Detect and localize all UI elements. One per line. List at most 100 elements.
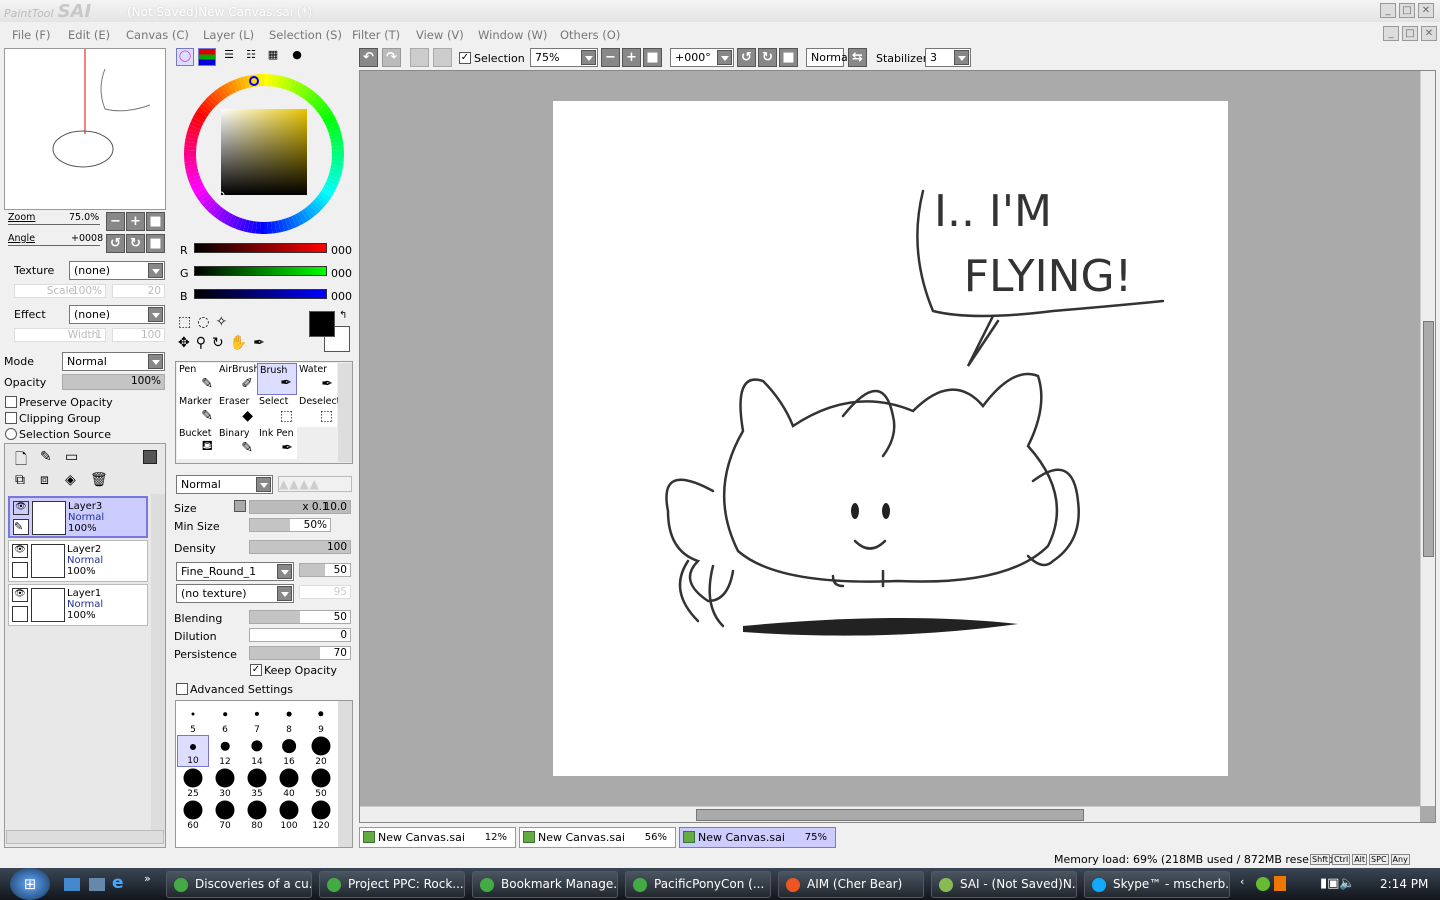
selection-checkbox[interactable]: ✓ xyxy=(459,52,471,64)
taskbar-button[interactable]: PacificPonyCon (... xyxy=(625,871,771,898)
merge-down-icon[interactable]: ⧈ xyxy=(40,472,49,488)
tray-expand-icon[interactable]: ‹ xyxy=(1240,875,1244,888)
brush-size-scrollbar[interactable] xyxy=(338,701,352,847)
brush-texture-select[interactable]: (no texture) xyxy=(176,584,294,603)
menu-item[interactable]: Window (W) xyxy=(478,28,547,42)
rotate-left-button[interactable]: ↺ xyxy=(106,234,125,253)
density-slider[interactable]: 100 xyxy=(249,540,351,554)
toolbar-zoom-in-button[interactable]: + xyxy=(622,48,641,67)
opacity-slider[interactable]: 100% xyxy=(62,374,165,390)
canvas-hscrollbar[interactable] xyxy=(360,806,1420,822)
tray-power-network-volume-icons[interactable]: ▮▣🔈 xyxy=(1320,876,1356,891)
deselect-button[interactable] xyxy=(410,48,429,67)
invert-selection-button[interactable] xyxy=(433,48,452,67)
navigator-preview[interactable] xyxy=(4,48,166,210)
internet-explorer-icon[interactable]: e xyxy=(112,873,124,893)
new-linework-layer-icon[interactable]: ✎ xyxy=(40,449,52,465)
tool-bucket[interactable]: Bucket ⛾ xyxy=(177,427,217,459)
zoom-in-button[interactable]: + xyxy=(126,212,145,231)
view-mode-select[interactable]: Normal xyxy=(806,48,851,67)
brush-texture-strength[interactable]: 95 xyxy=(299,585,351,599)
visibility-eye-icon[interactable]: 👁 xyxy=(12,544,28,558)
blending-slider[interactable]: 50 xyxy=(249,610,351,624)
hue-ring-segment[interactable] xyxy=(264,74,269,87)
toolbar-rotate-left-button[interactable]: ↺ xyxy=(737,48,756,67)
min-size-slider[interactable]: 50% xyxy=(249,518,331,532)
clear-layer-icon[interactable]: ◈ xyxy=(65,472,76,488)
transfer-down-icon[interactable]: ⧉ xyxy=(15,472,25,488)
hue-ring-segment[interactable] xyxy=(259,221,264,234)
lasso-icon[interactable]: ◌ xyxy=(197,314,215,330)
advanced-settings-checkbox[interactable] xyxy=(176,683,188,695)
toolbar-rotate-right-button[interactable]: ↻ xyxy=(758,48,777,67)
tool-deselect[interactable]: Deselect ⬚ xyxy=(297,395,340,427)
brush-lock-icon[interactable]: ✎ xyxy=(13,519,29,535)
toolbar-rotate-reset-button[interactable]: ■ xyxy=(779,48,798,67)
selection-source-radio[interactable] xyxy=(5,428,17,440)
rgb-slider-mode-icon[interactable] xyxy=(198,48,216,66)
angle-select[interactable]: +000° xyxy=(670,48,734,67)
rect-select-icon[interactable]: ⬚ xyxy=(178,314,197,330)
taskbar-button[interactable]: Skype™ - mscherb... xyxy=(1084,871,1230,898)
brush-size-preset[interactable]: 80 xyxy=(241,799,273,831)
canvas-tab[interactable]: New Canvas.sai 56% xyxy=(519,827,676,848)
hue-ring-segment[interactable] xyxy=(184,149,197,154)
doc-close-button[interactable]: ✕ xyxy=(1421,26,1437,41)
layer-item[interactable]: 👁 Layer2 Normal 100% xyxy=(8,540,148,582)
hand-icon[interactable]: ✋ xyxy=(230,335,253,351)
stabilizer-select[interactable]: 3 xyxy=(925,48,971,67)
tool-scrollbar[interactable] xyxy=(338,363,352,462)
brush-size-preset[interactable]: 60 xyxy=(177,799,209,831)
new-folder-icon[interactable]: ▭ xyxy=(65,449,78,465)
layer-mask-icon[interactable] xyxy=(143,450,157,464)
brush-shape-select[interactable]: Fine_Round_1 xyxy=(176,562,294,581)
effect-strength-field[interactable]: 100 xyxy=(112,328,165,342)
tool-ink-pen[interactable]: Ink Pen ✒ xyxy=(257,427,297,459)
tool-airbrush[interactable]: AirBrush ✐ xyxy=(217,363,259,395)
hscroll-thumb[interactable] xyxy=(696,809,1084,821)
persistence-slider[interactable]: 70 xyxy=(249,646,351,660)
tray-java-icon[interactable] xyxy=(1274,876,1286,891)
brush-size-preset[interactable]: 100 xyxy=(273,799,305,831)
hsv-slider-mode-icon[interactable]: ☰ xyxy=(220,48,238,66)
brush-size-preset[interactable]: 8 xyxy=(273,703,305,735)
maximize-button[interactable]: □ xyxy=(1399,3,1415,18)
menu-item[interactable]: Others (O) xyxy=(560,28,620,42)
effect-select[interactable]: (none) xyxy=(69,305,165,324)
eyedropper-icon[interactable]: ✒ xyxy=(253,335,271,351)
zoom-slider[interactable] xyxy=(8,224,100,225)
blue-slider[interactable] xyxy=(194,289,327,299)
delete-layer-icon[interactable]: 🗑 xyxy=(90,472,108,488)
brush-size-preset[interactable]: 6 xyxy=(209,703,241,735)
hue-ring-segment[interactable] xyxy=(331,149,344,154)
layer-scrollbar[interactable] xyxy=(151,494,165,834)
visibility-eye-icon[interactable]: 👁 xyxy=(13,501,29,515)
size-slider[interactable]: x 0.110.0 xyxy=(249,500,351,514)
canvas-viewport[interactable]: I.. I'M FLYING! xyxy=(359,70,1436,823)
tool-binary[interactable]: Binary ✎ xyxy=(217,427,257,459)
hue-ring-segment[interactable] xyxy=(264,221,269,234)
rotate-tool-icon[interactable]: ↻ xyxy=(212,335,230,351)
effect-width-field[interactable]: Width1 xyxy=(14,328,106,342)
move-icon[interactable]: ✥ xyxy=(178,335,196,351)
rotate-reset-button[interactable]: ■ xyxy=(146,234,165,253)
brush-size-preset[interactable]: 50 xyxy=(305,767,337,799)
angle-slider[interactable] xyxy=(8,245,100,246)
menu-item[interactable]: File (F) xyxy=(12,28,51,42)
brush-size-preset[interactable]: 25 xyxy=(177,767,209,799)
canvas-vscrollbar[interactable] xyxy=(1420,71,1435,806)
doc-minimize-button[interactable]: _ xyxy=(1383,26,1399,41)
zoom-tool-icon[interactable]: ⚲ xyxy=(196,335,212,351)
brush-size-preset[interactable]: 10 xyxy=(177,735,209,767)
switch-windows-icon[interactable] xyxy=(89,878,105,891)
tool-select[interactable]: Select ⬚ xyxy=(257,395,297,427)
brush-size-preset[interactable]: 40 xyxy=(273,767,305,799)
tray-app-icon[interactable] xyxy=(1256,877,1270,891)
brush-size-preset[interactable]: 12 xyxy=(209,735,241,767)
zoom-reset-button[interactable]: ■ xyxy=(146,212,165,231)
texture-scale-field[interactable]: Scale100% xyxy=(14,284,106,298)
menu-item[interactable]: Layer (L) xyxy=(203,28,254,42)
red-slider[interactable] xyxy=(194,243,327,253)
taskbar-button[interactable]: AIM (Cher Bear) xyxy=(778,871,924,898)
taskbar-button[interactable]: Project PPC: Rock... xyxy=(319,871,465,898)
